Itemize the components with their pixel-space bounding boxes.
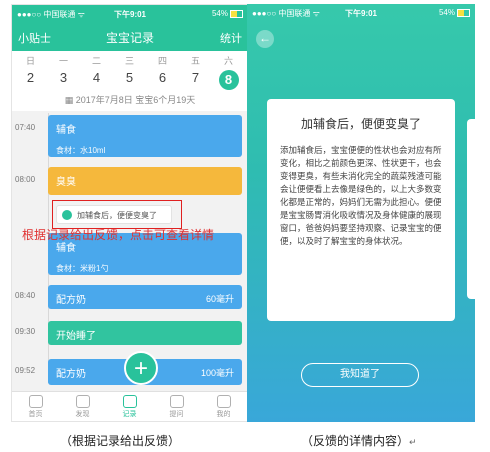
- date-cell[interactable]: 7: [179, 70, 212, 85]
- popup-title: 加辅食后，便便变臭了: [300, 117, 421, 131]
- left-caption: （根据记录给出反馈）: [60, 434, 181, 448]
- status-bar: ●●●○○ 中国联通 ᯤ 下午9:01 54%: [12, 5, 248, 23]
- back-arrow-icon[interactable]: ←: [256, 30, 274, 48]
- user-icon: [216, 395, 231, 408]
- highlight-box: [52, 200, 182, 229]
- status-time: 下午9:01: [344, 9, 378, 18]
- status-time: 下午9:01: [113, 10, 147, 19]
- weekday-label: 六: [223, 56, 233, 66]
- bulb-icon: [75, 395, 90, 408]
- date-cell[interactable]: 6: [146, 70, 179, 85]
- date-cell[interactable]: 2: [14, 70, 47, 85]
- weekday-label: 二: [91, 56, 101, 66]
- add-record-button[interactable]: +: [124, 351, 158, 385]
- left-screen: ●●●○○ 中国联通 ᯤ 下午9:01 54% 小贴士 宝宝记录 统计 日 一 …: [11, 4, 249, 422]
- battery-indicator: 54%: [212, 9, 243, 18]
- popup-body: 添加辅食后，宝宝便便的性状也会对应有所变化，相比之前颜色更深、性状更干，也会变得…: [280, 145, 442, 246]
- tab-records[interactable]: 记录: [106, 395, 153, 419]
- got-it-button[interactable]: 我知道了: [301, 363, 419, 387]
- record-card[interactable]: 开始睡了: [48, 321, 242, 345]
- right-screen: ●●●○○ 中国联通 ᯤ 下午9:01 54% ← 加辅食后，便便变臭了 添加辅…: [247, 4, 475, 422]
- record-time: 09:52: [15, 366, 36, 375]
- date-cell[interactable]: 5: [113, 70, 146, 85]
- record-card[interactable]: 臭臭: [48, 167, 242, 195]
- weekday-label: 五: [190, 56, 200, 66]
- date-cell-selected[interactable]: 8: [212, 70, 245, 90]
- home-icon: [28, 395, 43, 408]
- annotation-text: 根据记录给出反馈，点击可查看详情: [22, 228, 215, 242]
- record-time: 07:40: [15, 123, 36, 132]
- tab-bar: 首页 发现 记录 提问 我的: [12, 391, 248, 421]
- record-time: 09:30: [15, 327, 36, 336]
- detail-popup: 加辅食后，便便变臭了 添加辅食后，宝宝便便的性状也会对应有所变化，相比之前颜色更…: [267, 99, 455, 321]
- next-card-peek: [467, 119, 475, 299]
- tab-discover[interactable]: 发现: [59, 395, 106, 419]
- stats-button[interactable]: 统计: [220, 30, 242, 46]
- battery-icon: [230, 9, 243, 18]
- question-icon: [169, 395, 184, 408]
- record-card[interactable]: 配方奶 60毫升: [48, 285, 242, 309]
- signal-indicator: ●●●○○ 中国联通 ᯤ: [252, 9, 320, 18]
- right-caption: （反馈的详情内容）↵: [301, 434, 417, 448]
- battery-icon: [457, 8, 470, 17]
- record-time: 08:40: [15, 291, 36, 300]
- weekday-label: 日: [25, 56, 35, 66]
- date-summary: ▦ 2017年7月8日 宝宝6个月19天: [64, 95, 196, 105]
- weekday-label: 三: [124, 56, 134, 66]
- tab-ask[interactable]: 提问: [153, 395, 200, 419]
- status-bar: ●●●○○ 中国联通 ᯤ 下午9:01 54%: [247, 4, 475, 22]
- tips-button[interactable]: 小贴士: [18, 30, 51, 46]
- nav-bar: 小贴士 宝宝记录 统计: [12, 25, 248, 49]
- weekday-label: 四: [157, 56, 167, 66]
- calendar-icon: ▦: [64, 95, 76, 105]
- signal-indicator: ●●●○○ 中国联通 ᯤ: [17, 10, 85, 19]
- record-card[interactable]: 辅食 食材：水10ml: [48, 115, 242, 157]
- weekday-label: 一: [58, 56, 68, 66]
- week-calendar: 日 一 二 三 四 五 六 2 3 4 5 6 7 8 ▦ 2017年7月8日 …: [12, 51, 248, 111]
- tab-me[interactable]: 我的: [200, 395, 247, 419]
- date-cell[interactable]: 4: [80, 70, 113, 85]
- tab-home[interactable]: 首页: [12, 395, 59, 419]
- date-cell[interactable]: 3: [47, 70, 80, 85]
- record-time: 08:00: [15, 175, 36, 184]
- page-title: 宝宝记录: [105, 31, 155, 45]
- list-icon: [122, 395, 137, 408]
- battery-indicator: 54%: [439, 8, 470, 17]
